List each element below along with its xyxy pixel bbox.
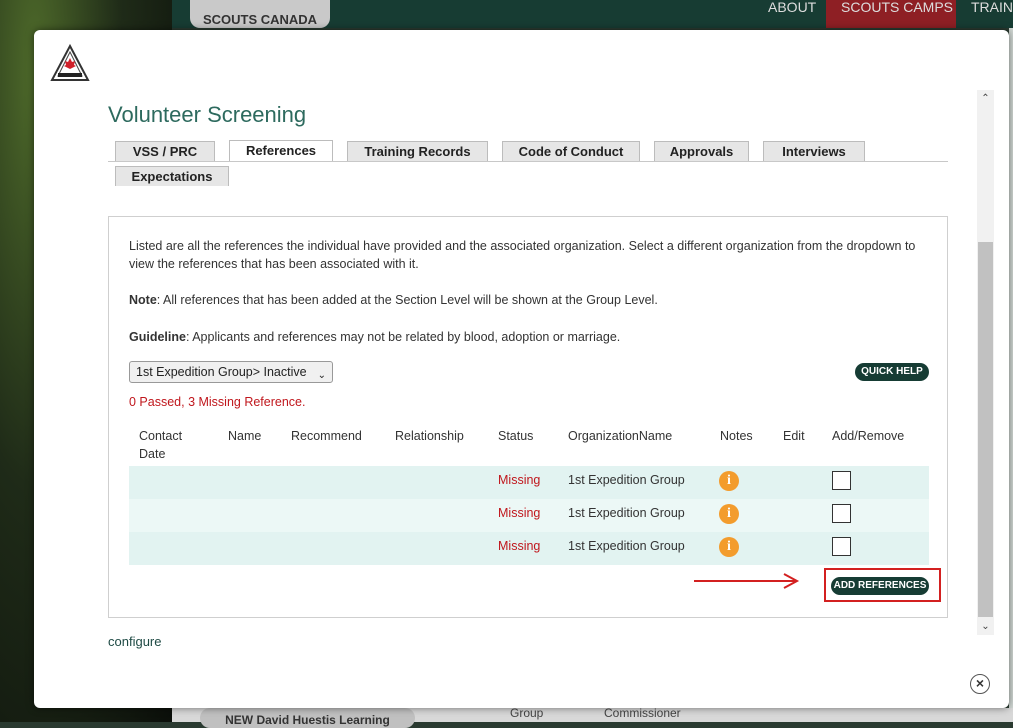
column-add-remove: Add/Remove	[832, 429, 905, 443]
background-edge	[1009, 28, 1013, 708]
column-edit: Edit	[783, 429, 805, 443]
tab-references[interactable]: References	[229, 140, 333, 162]
tab-interviews[interactable]: Interviews	[763, 141, 865, 161]
tab-divider	[108, 161, 948, 162]
page-title: Volunteer Screening	[108, 102, 307, 127]
tab-code-of-conduct[interactable]: Code of Conduct	[502, 141, 640, 161]
intro-text: Listed are all the references the indivi…	[129, 239, 916, 271]
note-text: Note: All references that has been added…	[129, 291, 929, 309]
configure-link[interactable]: configure	[108, 634, 161, 649]
column-organization-name: OrganizationName	[568, 429, 673, 443]
column-relationship: Relationship	[395, 429, 464, 443]
add-references-button[interactable]: ADD REFERENCES	[831, 577, 929, 595]
scouts-canada-logo	[50, 44, 90, 81]
nav-scouts-camps[interactable]: SCOUTS CAMPS	[826, 0, 956, 28]
column-notes: Notes	[720, 429, 753, 443]
column-name: Name	[228, 429, 262, 443]
organization-select[interactable]: 1st Expedition Group> Inactive ⌄	[129, 361, 333, 383]
site-logo: SCOUTS CANADA	[190, 0, 330, 28]
note-label: Note	[129, 293, 157, 307]
info-icon[interactable]: i	[719, 504, 739, 524]
organization-select-value: 1st Expedition Group> Inactive	[136, 365, 307, 379]
tab-vss-prc[interactable]: VSS / PRC	[115, 141, 215, 161]
info-icon[interactable]: i	[719, 537, 739, 557]
organization-cell: 1st Expedition Group	[568, 473, 685, 487]
column-status: Status	[498, 429, 534, 443]
quick-help-button[interactable]: QUICK HELP	[855, 363, 929, 381]
scroll-up-icon[interactable]: ⌃	[977, 90, 994, 107]
note-body: : All references that has been added at …	[156, 293, 658, 307]
scroll-down-icon[interactable]: ⌄	[977, 618, 994, 635]
references-panel: Listed are all the references the indivi…	[108, 216, 948, 618]
modal-scrollbar[interactable]: ⌃ ⌄	[977, 90, 994, 635]
nav-about[interactable]: ABOUT	[768, 0, 816, 28]
bottom-pill[interactable]: NEW David Huestis Learning	[200, 708, 415, 728]
info-icon[interactable]: i	[719, 471, 739, 491]
table-row: Missing 1st Expedition Group i	[129, 466, 929, 499]
bottom-text-group: Group	[510, 706, 544, 720]
add-remove-checkbox[interactable]	[832, 504, 851, 523]
volunteer-screening-modal: Volunteer Screening VSS / PRC References…	[34, 30, 1009, 708]
guideline-body: : Applicants and references may not be r…	[185, 330, 621, 344]
table-row: Missing 1st Expedition Group i	[129, 499, 929, 532]
close-button[interactable]: ×	[970, 674, 990, 694]
status-cell: Missing	[498, 539, 541, 553]
red-arrow-annotation	[694, 573, 800, 589]
chevron-down-icon: ⌄	[317, 370, 326, 381]
add-remove-checkbox[interactable]	[832, 537, 851, 556]
add-remove-checkbox[interactable]	[832, 471, 851, 490]
organization-cell: 1st Expedition Group	[568, 506, 685, 520]
status-cell: Missing	[498, 473, 541, 487]
guideline-text: Guideline: Applicants and references may…	[129, 328, 929, 346]
site-logo-text: SCOUTS CANADA	[202, 12, 318, 27]
tab-approvals[interactable]: Approvals	[654, 141, 749, 161]
column-contact-date: Contact Date	[139, 429, 183, 461]
reference-summary: 0 Passed, 3 Missing Reference.	[129, 395, 306, 409]
scroll-thumb[interactable]	[978, 242, 993, 617]
organization-cell: 1st Expedition Group	[568, 539, 685, 553]
tab-training-records[interactable]: Training Records	[347, 141, 488, 161]
bottom-text-commissioner: Commissioner	[604, 706, 681, 720]
nav-training[interactable]: TRAINI	[956, 0, 1013, 28]
status-cell: Missing	[498, 506, 541, 520]
tab-expectations[interactable]: Expectations	[115, 166, 229, 186]
guideline-label: Guideline	[129, 330, 186, 344]
table-row: Missing 1st Expedition Group i	[129, 532, 929, 565]
column-recommend: Recommend	[291, 429, 362, 443]
